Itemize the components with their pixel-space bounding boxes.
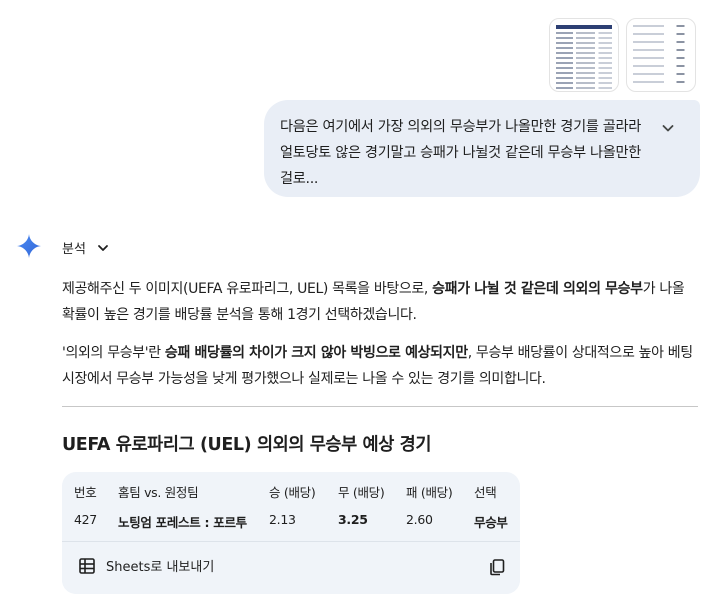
table-header-cell: 패 (배당) [406,485,453,500]
p1-text-a: 제공해주신 두 이미지(UEFA 유로파리그, UEL) 목록을 바탕으로, [62,281,433,297]
attachment-thumbnails [549,18,696,92]
table-cell: 무승부 [474,515,508,530]
table-header-cell: 승 (배당) [269,485,316,500]
chevron-down-icon [98,244,108,251]
attachment-thumbnail-2[interactable] [626,18,696,92]
table-cell: 427 [74,512,97,527]
divider [62,406,698,407]
table-header-cell: 번호 [74,485,97,500]
table-header-cell: 무 (배당) [338,485,385,500]
table-footer: Sheets로 내보내기 [62,541,520,594]
chevron-down-icon[interactable] [660,120,676,136]
p1-text-bold: 승패가 나뉠 것 같은데 의외의 무승부 [432,281,643,297]
section-title: UEFA 유로파리그 (UEL) 의외의 무승부 예상 경기 [62,435,432,455]
p2-text-bold: 승패 배당률의 차이가 크지 않아 박빙으로 예상되지만 [164,345,468,361]
table-cell: 2.60 [406,512,433,527]
export-to-sheets-button[interactable]: Sheets로 내보내기 [78,556,214,575]
p2-text-a: '의외의 무승부'란 [62,345,165,361]
gemini-spark-icon [17,234,41,258]
table-header-cell: 홈팀 vs. 원정팀 [118,485,199,500]
user-prompt-text: 다음은 여기에서 가장 의외의 무승부가 나올만한 경기를 골라라 얼토당토 않… [280,119,642,187]
table-cell: 노팅엄 포레스트 : 포르투 [118,515,247,530]
analysis-toggle[interactable]: 분석 [62,238,110,257]
user-prompt-bubble: 다음은 여기에서 가장 의외의 무승부가 나올만한 경기를 골라라 얼토당토 않… [264,100,700,197]
table-cell: 2.13 [269,512,296,527]
sheets-table-icon [79,557,95,574]
attachment-thumbnail-1[interactable] [549,18,619,92]
table-header-cell: 선택 [474,485,497,500]
response-paragraph-2: '의외의 무승부'란 승패 배당률의 차이가 크지 않아 박빙으로 예상되지만,… [62,340,698,392]
copy-icon[interactable] [488,558,506,576]
response-paragraph-1: 제공해주신 두 이미지(UEFA 유로파리그, UEL) 목록을 바탕으로, 승… [62,276,698,328]
table-cell: 3.25 [338,512,368,527]
export-label: Sheets로 내보내기 [106,560,215,575]
analysis-label: 분석 [62,242,86,257]
